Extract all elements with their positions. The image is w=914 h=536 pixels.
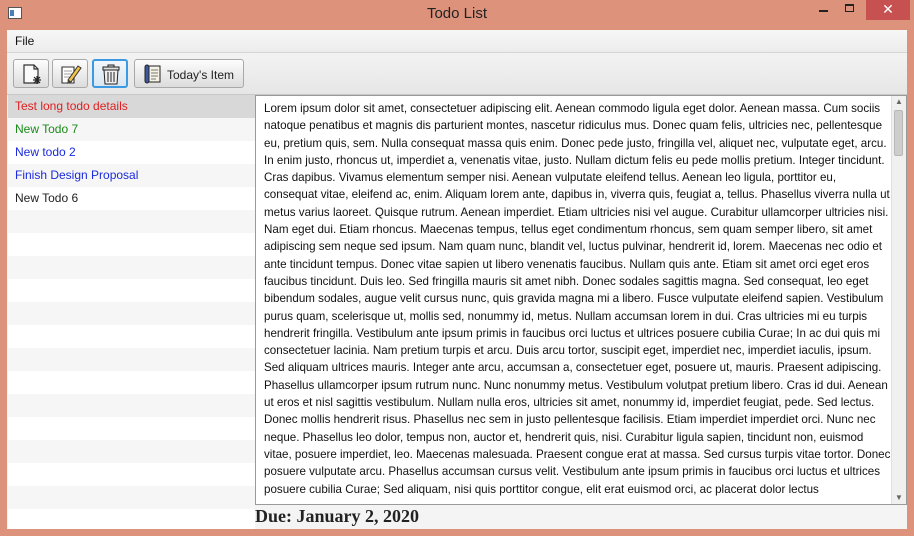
trash-can-icon xyxy=(102,64,120,85)
menu-file[interactable]: File xyxy=(15,34,34,48)
todo-details-text: Lorem ipsum dolor sit amet, consectetuer… xyxy=(264,102,891,496)
empty-list-row xyxy=(8,509,255,529)
empty-list-row xyxy=(8,440,255,463)
scroll-up-arrow-icon[interactable]: ▲ xyxy=(892,96,906,108)
todo-list-item[interactable]: New Todo 6 xyxy=(8,187,255,210)
todo-list-item[interactable]: Finish Design Proposal xyxy=(8,164,255,187)
empty-list-row xyxy=(8,348,255,371)
todo-list-item[interactable]: New Todo 7 xyxy=(8,118,255,141)
empty-list-row xyxy=(8,210,255,233)
close-button[interactable]: ✕ xyxy=(866,0,910,20)
todo-list[interactable]: Test long todo details New Todo 7 New todo… xyxy=(8,95,255,529)
due-date-label: Due: January 2, 2020 xyxy=(255,506,420,526)
todo-list-item[interactable]: New todo 2 xyxy=(8,141,255,164)
empty-list-row xyxy=(8,233,255,256)
scroll-thumb[interactable] xyxy=(894,110,903,156)
new-document-icon xyxy=(23,64,41,84)
toolbar: Today's Item xyxy=(7,53,907,95)
details-scrollbar[interactable]: ▲ ▼ xyxy=(891,96,906,504)
scroll-down-arrow-icon[interactable]: ▼ xyxy=(892,492,906,504)
empty-list-row xyxy=(8,302,255,325)
menu-bar: File xyxy=(7,30,907,53)
minimize-button[interactable] xyxy=(811,0,837,20)
todo-details-pane[interactable]: Lorem ipsum dolor sit amet, consectetuer… xyxy=(255,95,907,505)
new-todo-button[interactable] xyxy=(13,59,49,88)
todays-item-label: Today's Item xyxy=(167,68,234,82)
empty-list-row xyxy=(8,325,255,348)
maximize-button[interactable] xyxy=(837,0,863,20)
title-bar[interactable]: Todo List ✕ xyxy=(0,0,914,30)
todo-list-item[interactable]: Test long todo details xyxy=(8,95,255,118)
client-area: File Today's Item Test long todo details… xyxy=(7,30,907,529)
maximize-icon xyxy=(845,4,854,12)
empty-list-row xyxy=(8,486,255,509)
empty-list-row xyxy=(8,394,255,417)
empty-list-row xyxy=(8,417,255,440)
scroll-icon xyxy=(144,64,161,84)
close-icon: ✕ xyxy=(882,1,894,17)
window-title: Todo List xyxy=(426,5,488,22)
empty-list-row xyxy=(8,256,255,279)
app-window: Todo List ✕ File Today's Item Test long … xyxy=(0,0,914,536)
todays-item-button[interactable]: Today's Item xyxy=(134,59,244,88)
empty-list-row xyxy=(8,371,255,394)
delete-todo-button[interactable] xyxy=(92,59,128,88)
empty-list-row xyxy=(8,279,255,302)
minimize-icon xyxy=(819,10,828,12)
empty-list-row xyxy=(8,463,255,486)
edit-pencil-icon xyxy=(61,65,82,84)
edit-todo-button[interactable] xyxy=(52,59,88,88)
